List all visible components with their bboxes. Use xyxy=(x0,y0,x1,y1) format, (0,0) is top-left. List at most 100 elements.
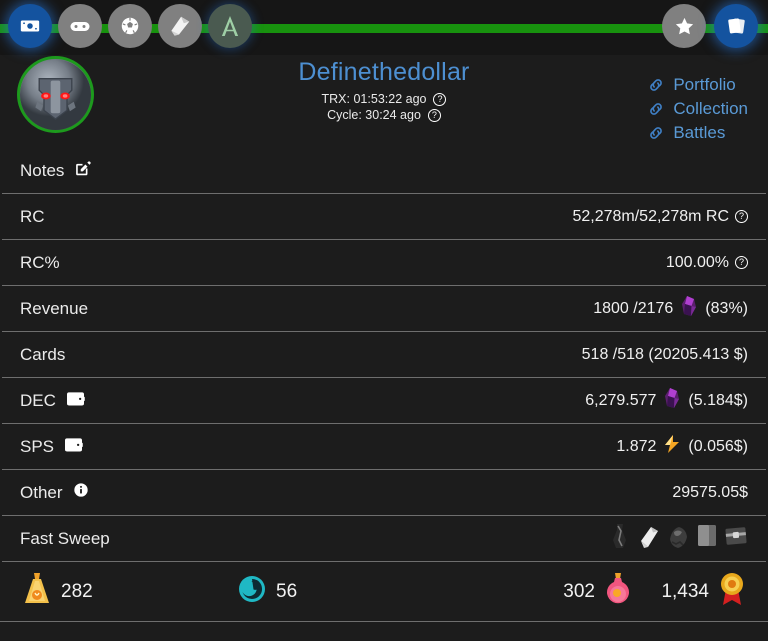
info-icon[interactable] xyxy=(73,482,89,503)
row-cards: Cards 518 /518 (20205.413 $) xyxy=(2,332,766,378)
sweep-cardpack-icon[interactable] xyxy=(696,523,718,554)
dec-crystal-icon xyxy=(662,387,682,414)
trx-help-icon[interactable]: ? xyxy=(433,92,447,106)
nav-gamepad-button[interactable] xyxy=(58,4,102,48)
row-rc-value: 52,278m/52,278m RC xyxy=(572,207,729,225)
nav-icons-right-group xyxy=(662,4,758,48)
row-cards-label: Cards xyxy=(20,344,66,364)
row-sps: SPS 1.872 (0.056$) xyxy=(2,424,766,470)
row-cards-value-group: 518 /518 (20205.413 $) xyxy=(582,346,748,364)
dec-crystal-icon xyxy=(679,295,699,322)
stat-gold-medal: 1,434 xyxy=(632,571,746,613)
top-navigation-bar xyxy=(0,0,768,55)
row-rc-percent-label: RC% xyxy=(20,252,60,272)
cycle-text: Cycle: 30:24 ago xyxy=(327,108,421,122)
row-rc-percent-label-group: RC% xyxy=(20,253,60,273)
row-revenue: Revenue 1800 /2176 (83%) xyxy=(2,286,766,332)
wallet-icon[interactable] xyxy=(66,390,85,412)
stat-potion-bag: 282 xyxy=(22,572,237,612)
nav-soccer-button[interactable] xyxy=(108,4,152,48)
row-rc-percent: RC% 100.00% ? xyxy=(2,240,766,286)
cards-icon xyxy=(724,14,748,38)
row-fast-sweep-label: Fast Sweep xyxy=(20,528,110,548)
sweep-potion-icon[interactable] xyxy=(610,523,632,554)
sps-lightning-icon xyxy=(662,434,682,459)
edit-pencil-icon[interactable] xyxy=(74,160,92,182)
row-sps-suffix: (0.056$) xyxy=(688,437,748,455)
sweep-chest-icon[interactable] xyxy=(724,523,748,554)
stat-teal-spiral-value: 56 xyxy=(276,580,298,602)
stat-gold-medal-value: 1,434 xyxy=(661,580,709,602)
wallet-icon[interactable] xyxy=(64,436,83,458)
teal-spiral-icon xyxy=(237,574,267,610)
row-dec-label: DEC xyxy=(20,390,56,410)
row-sps-value-group: 1.872 (0.056$) xyxy=(616,434,748,459)
row-fast-sweep-label-group: Fast Sweep xyxy=(20,529,110,549)
rc-help-icon[interactable]: ? xyxy=(735,210,748,223)
row-rc-percent-value: 100.00% xyxy=(665,253,729,271)
money-icon xyxy=(19,15,41,37)
link-portfolio-label: Portfolio xyxy=(673,75,736,94)
stat-potion-bag-value: 282 xyxy=(61,580,93,602)
row-other-value: 29575.05$ xyxy=(672,483,748,501)
row-revenue-suffix: (83%) xyxy=(705,299,748,317)
bottom-stats-bar: 282 56 302 1,434 xyxy=(0,562,768,622)
row-rc-label-group: RC xyxy=(20,207,45,227)
chain-link-icon xyxy=(647,76,665,94)
scroll-icon xyxy=(167,13,193,39)
nav-favorites-button[interactable] xyxy=(662,4,706,48)
sweep-scroll-icon[interactable] xyxy=(638,523,660,554)
link-collection[interactable]: Collection xyxy=(647,99,748,119)
row-rc: RC 52,278m/52,278m RC ? xyxy=(2,194,766,240)
link-collection-label: Collection xyxy=(673,99,748,118)
profile-header: Definethedollar TRX: 01:53:22 ago ? Cycl… xyxy=(0,55,768,148)
row-rc-label: RC xyxy=(20,206,45,226)
row-notes[interactable]: Notes xyxy=(2,148,766,194)
row-other-value-group: 29575.05$ xyxy=(672,484,748,502)
header-links-group: Portfolio Collection Battles xyxy=(647,75,748,143)
row-dec-label-group: DEC xyxy=(20,390,85,412)
gold-medal-icon xyxy=(718,571,746,613)
link-battles[interactable]: Battles xyxy=(647,123,748,143)
stats-rows: Notes RC 52,278m/52,278m RC ? RC% 100.00… xyxy=(0,148,768,562)
row-cards-label-group: Cards xyxy=(20,345,65,365)
cycle-help-icon[interactable]: ? xyxy=(427,108,441,122)
nav-scroll-button[interactable] xyxy=(158,4,202,48)
chain-link-icon xyxy=(647,100,665,118)
potion-bag-icon xyxy=(22,572,52,612)
row-other-label: Other xyxy=(20,482,63,502)
row-rc-value-group: 52,278m/52,278m RC ? xyxy=(572,208,748,226)
soccer-ball-icon xyxy=(119,15,141,37)
link-battles-label: Battles xyxy=(673,123,726,142)
row-dec-value-group: 6,279.577 (5.184$) xyxy=(585,387,748,414)
row-sps-label: SPS xyxy=(20,436,55,456)
rc-percent-help-icon[interactable]: ? xyxy=(735,256,748,269)
stat-pink-potion: 302 xyxy=(437,572,632,612)
row-sps-value: 1.872 xyxy=(616,437,657,455)
pink-potion-icon xyxy=(604,572,632,612)
row-notes-label-group: Notes xyxy=(20,160,92,182)
row-cards-value: 518 /518 (20205.413 $) xyxy=(581,345,748,363)
row-dec-suffix: (5.184$) xyxy=(688,391,748,409)
row-revenue-label: Revenue xyxy=(20,298,89,318)
nav-cards-button[interactable] xyxy=(714,4,758,48)
row-revenue-value-group: 1800 /2176 (83%) xyxy=(593,295,748,322)
row-sps-label-group: SPS xyxy=(20,436,83,458)
sweep-dragon-icon[interactable] xyxy=(666,523,690,554)
row-fast-sweep: Fast Sweep xyxy=(2,516,766,562)
row-notes-label: Notes xyxy=(20,160,65,180)
row-revenue-label-group: Revenue xyxy=(20,299,88,319)
trx-text: TRX: 01:53:22 ago xyxy=(321,92,427,106)
row-dec-value: 6,279.577 xyxy=(585,391,657,409)
row-other: Other 29575.05$ xyxy=(2,470,766,516)
stat-teal-spiral: 56 xyxy=(237,574,437,610)
letter-a-icon xyxy=(215,11,245,41)
gamepad-icon xyxy=(68,14,92,38)
star-icon xyxy=(673,15,696,38)
chain-link-icon xyxy=(647,124,665,142)
nav-alpha-button[interactable] xyxy=(208,4,252,48)
link-portfolio[interactable]: Portfolio xyxy=(647,75,748,95)
nav-money-button[interactable] xyxy=(8,4,52,48)
fast-sweep-icons-group xyxy=(610,523,748,554)
nav-icons-left-group xyxy=(8,4,252,48)
